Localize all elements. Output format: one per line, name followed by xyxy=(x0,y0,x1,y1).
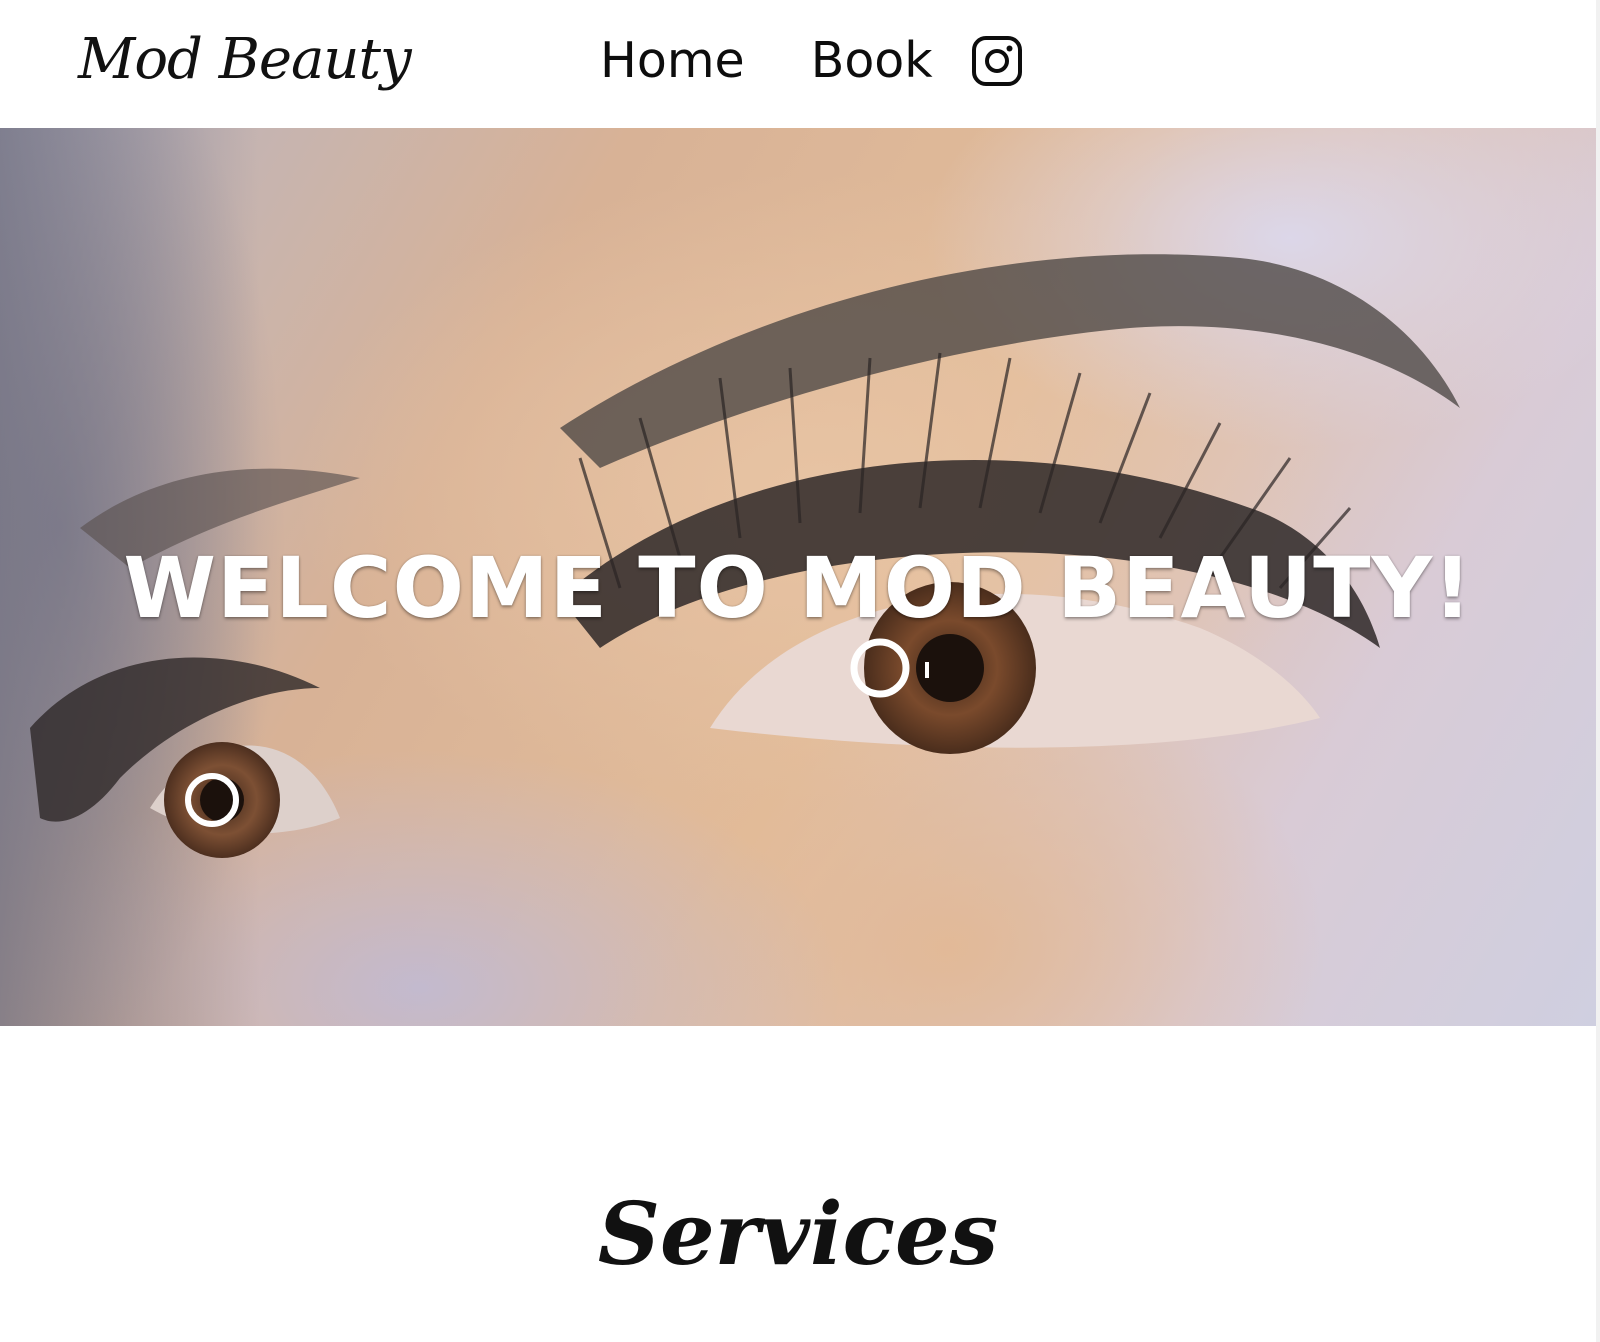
instagram-icon-graphic xyxy=(971,36,1022,86)
nav-link-home[interactable]: Home xyxy=(600,26,745,96)
page: Mod Beauty Home Book WELCOME TO MOD BEAU… xyxy=(0,0,1600,1342)
instagram-icon[interactable] xyxy=(971,35,1023,87)
hero-title: WELCOME TO MOD BEAUTY! xyxy=(123,539,1473,637)
services-heading: Services xyxy=(597,1184,999,1285)
hero-banner: WELCOME TO MOD BEAUTY! xyxy=(0,128,1596,1026)
main-nav: Home Book xyxy=(600,26,1023,96)
site-logo[interactable]: Mod Beauty xyxy=(78,20,412,100)
site-header: Mod Beauty Home Book xyxy=(0,0,1596,128)
nav-link-book[interactable]: Book xyxy=(811,26,933,96)
page-edge-divider xyxy=(1596,0,1600,1342)
